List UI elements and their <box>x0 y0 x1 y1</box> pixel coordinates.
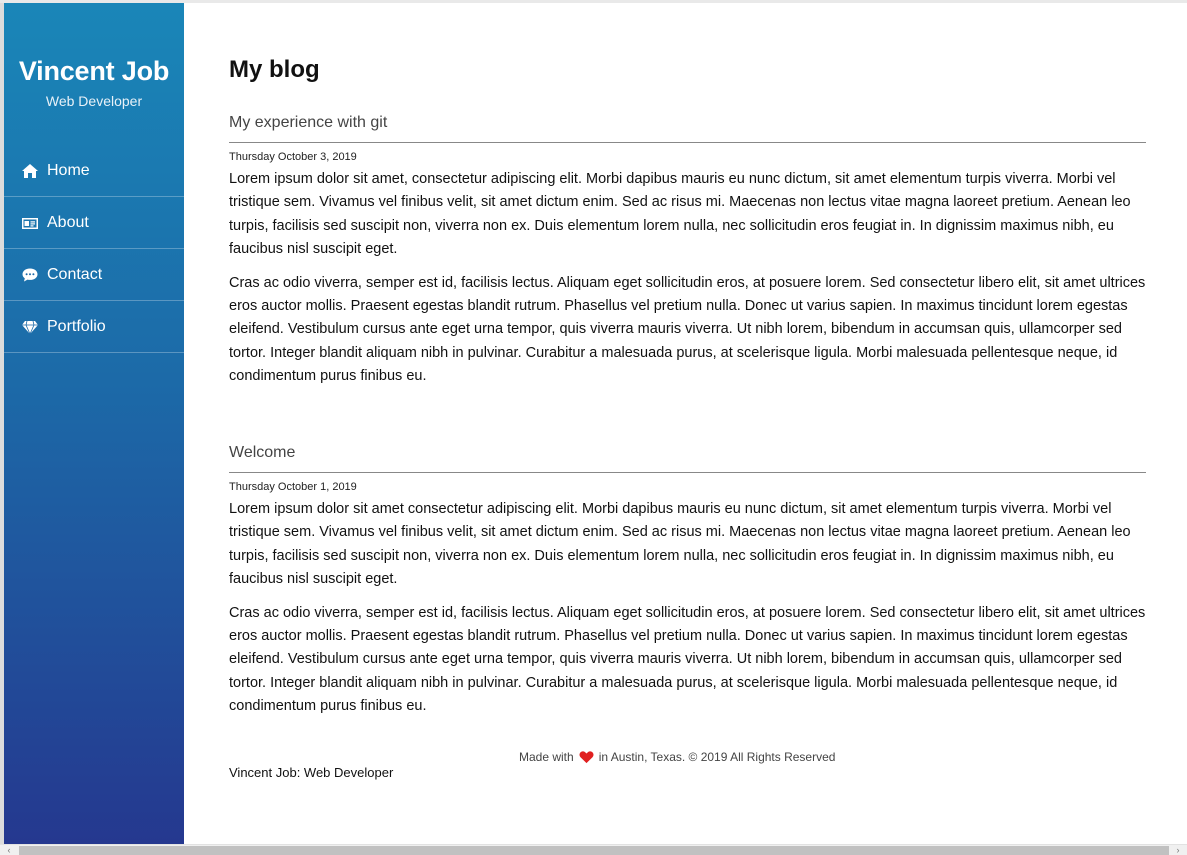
sidebar-item-home[interactable]: Home <box>4 145 184 197</box>
post-paragraph: Cras ac odio viverra, semper est id, fac… <box>229 604 1146 715</box>
gem-icon <box>22 320 38 335</box>
sidebar-item-portfolio[interactable]: Portfolio <box>4 301 184 353</box>
post-paragraph: Lorem ipsum dolor sit amet consectetur a… <box>229 501 1131 588</box>
sidebar-item-label: About <box>47 213 89 231</box>
sidebar-item-label: Home <box>47 161 90 179</box>
scrollbar-thumb[interactable] <box>19 846 1169 855</box>
home-icon <box>22 163 38 178</box>
chat-icon <box>22 268 38 281</box>
sidebar-item-label: Portfolio <box>47 317 106 335</box>
sidebar-item-about[interactable]: About <box>4 197 184 249</box>
post-date: Thursday October 3, 2019 <box>229 151 357 163</box>
brand-name: Vincent Job <box>18 56 170 86</box>
blog-post: My experience with git Thursday October … <box>229 113 1146 399</box>
sidebar-brand: Vincent Job Web Developer <box>4 3 184 109</box>
sidebar-item-contact[interactable]: Contact <box>4 249 184 301</box>
sidebar-item-label: Contact <box>47 265 103 283</box>
horizontal-scrollbar[interactable]: ‹ › <box>0 844 1187 855</box>
scroll-right-arrow[interactable]: › <box>1171 845 1185 855</box>
id-card-icon <box>22 217 38 229</box>
post-paragraph: Cras ac odio viverra, semper est id, fac… <box>229 274 1146 385</box>
footer-name: Vincent Job: Web Developer <box>229 765 394 780</box>
post-paragraph: Lorem ipsum dolor sit amet, consectetur … <box>229 171 1131 258</box>
post-title[interactable]: Welcome <box>229 443 1146 473</box>
post-date: Thursday October 1, 2019 <box>229 481 357 493</box>
post-title[interactable]: My experience with git <box>229 113 1146 143</box>
heart-icon <box>579 751 594 764</box>
footer-location: in Austin, Texas. © 2019 All Rights Rese… <box>598 750 836 764</box>
sidebar: Vincent Job Web Developer Home About Con… <box>4 3 184 844</box>
footer-made-with: Made with <box>519 750 574 764</box>
scroll-left-arrow[interactable]: ‹ <box>2 845 16 855</box>
brand-role: Web Developer <box>45 93 143 109</box>
page-title: My blog <box>229 56 320 83</box>
blog-post: Welcome Thursday October 1, 2019 Lorem i… <box>229 443 1146 729</box>
sidebar-nav: Home About Contact Portfolio <box>4 145 184 353</box>
footer-credit: Made with in Austin, Texas. © 2019 All R… <box>519 750 835 764</box>
